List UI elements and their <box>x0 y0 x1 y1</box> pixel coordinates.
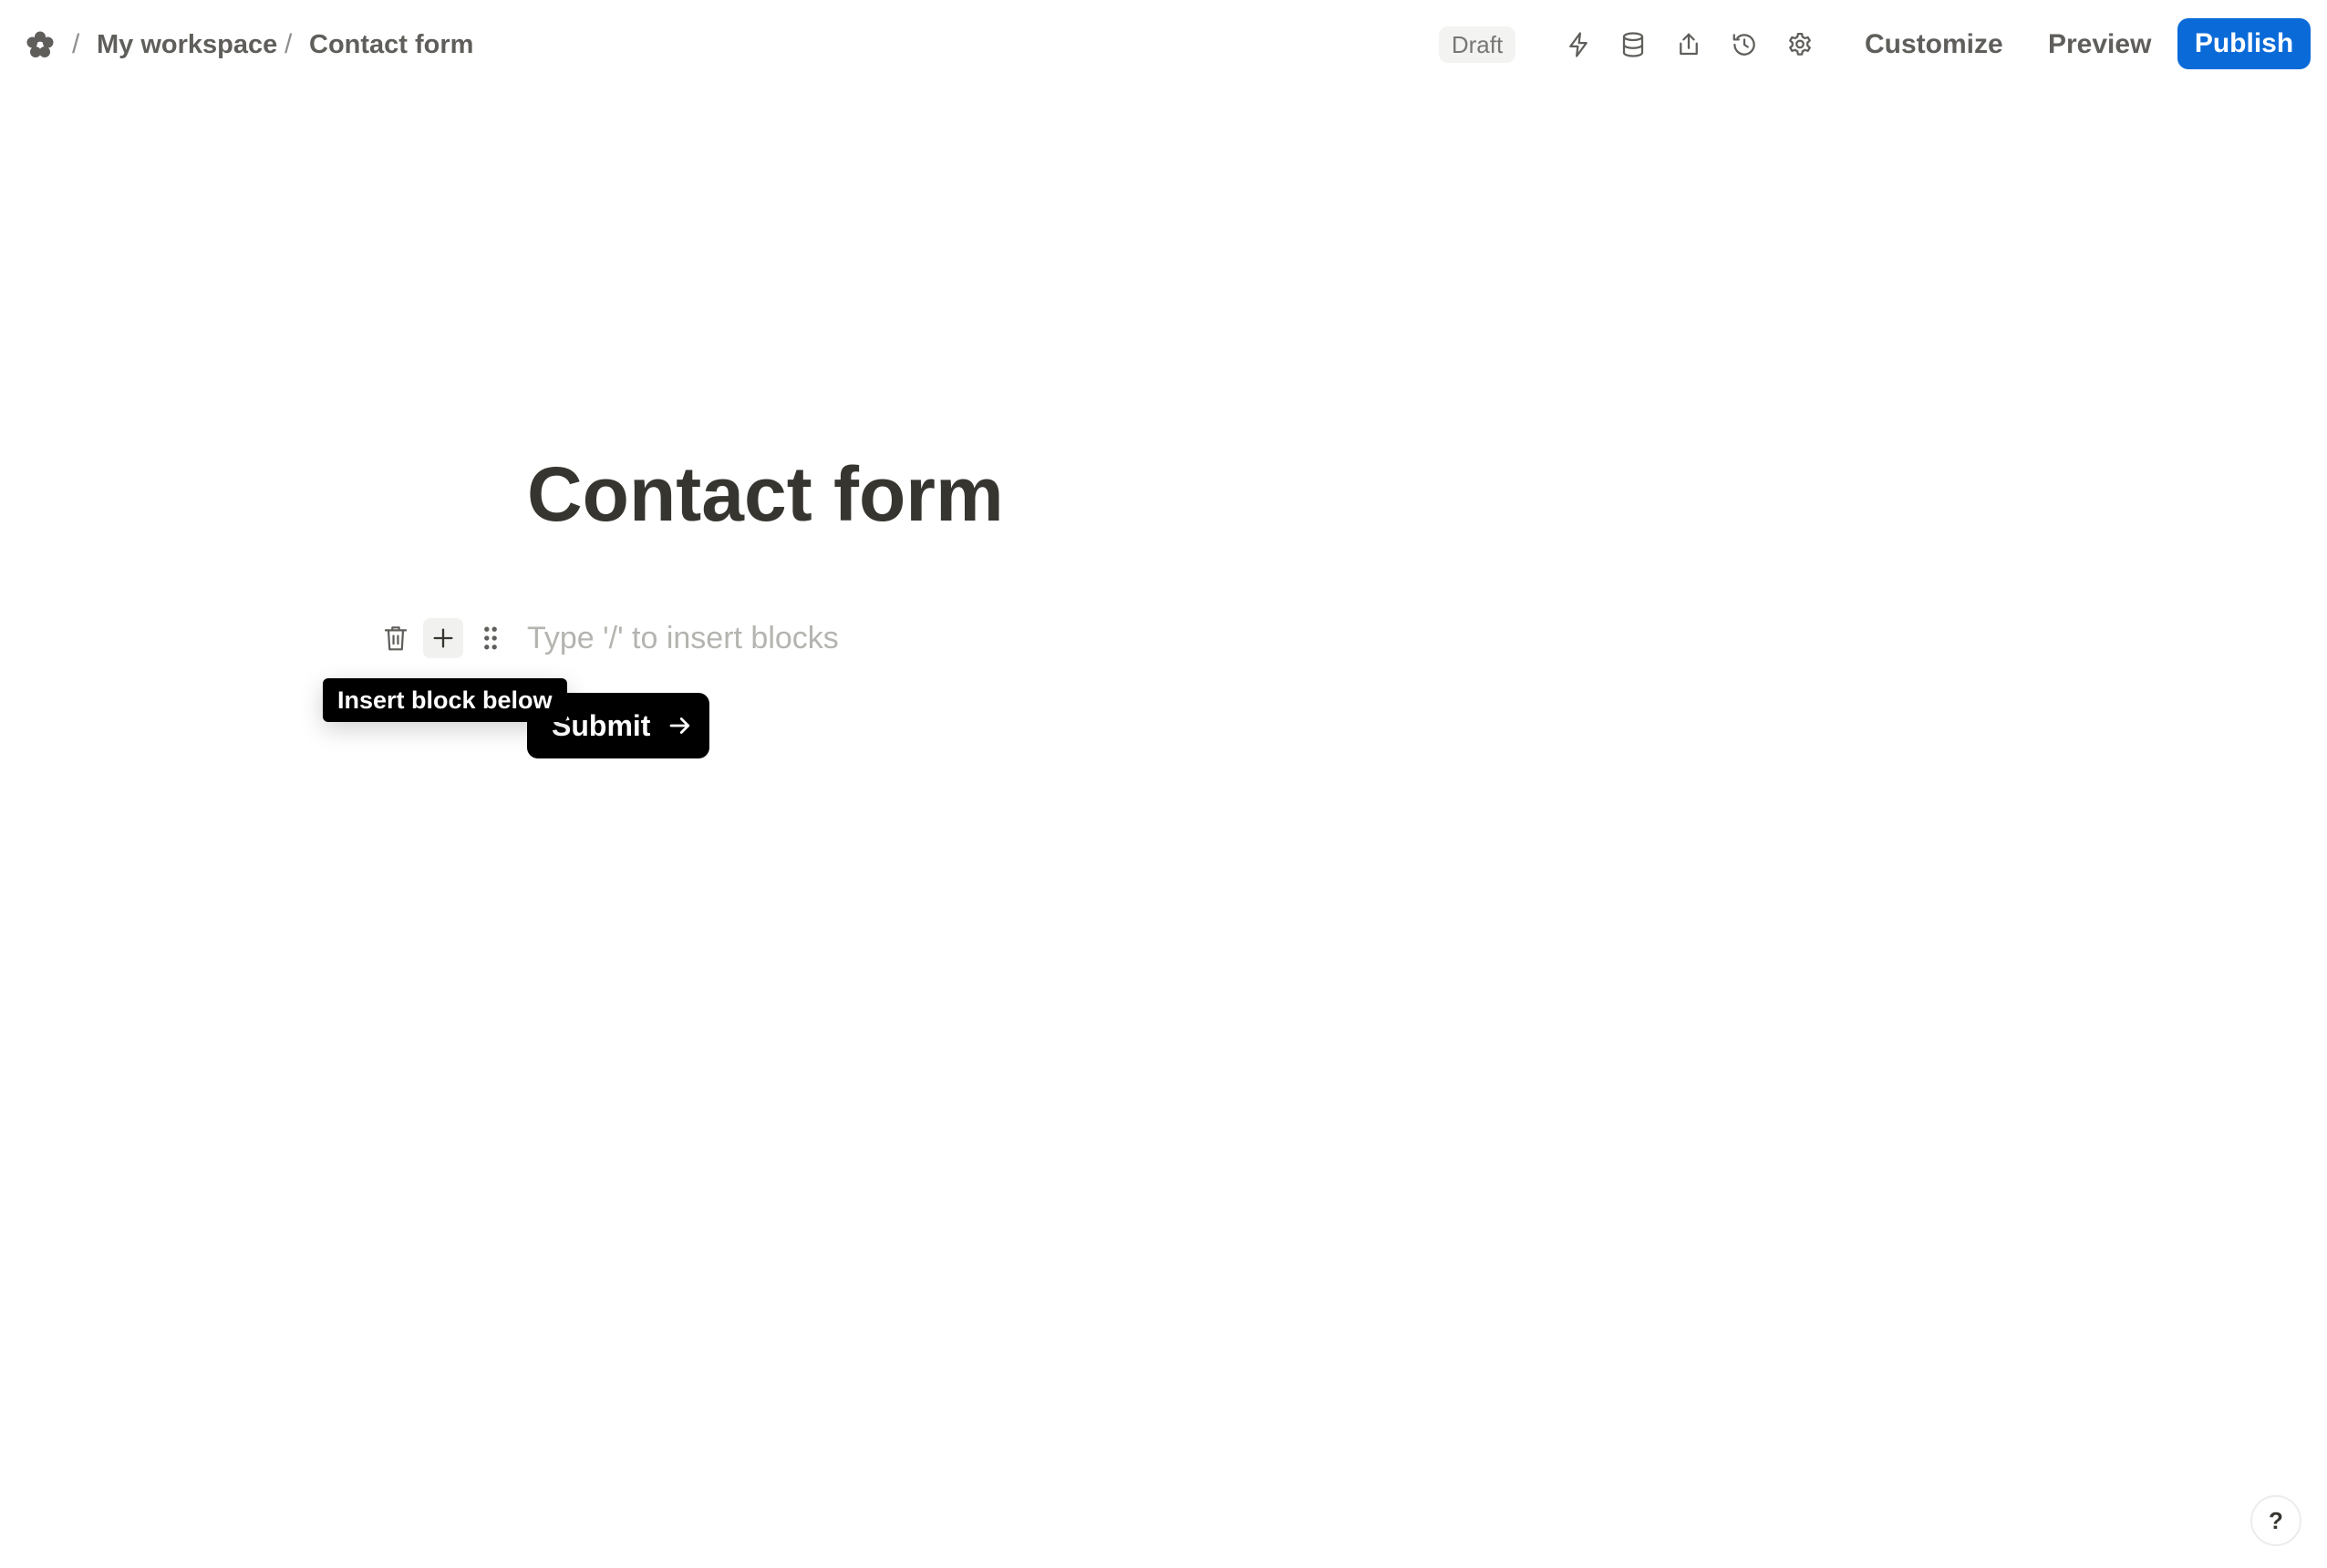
database-icon[interactable] <box>1616 27 1650 62</box>
status-badge: Draft <box>1439 26 1515 63</box>
arrow-right-icon <box>670 717 690 734</box>
help-button[interactable]: ? <box>2250 1495 2301 1546</box>
history-icon[interactable] <box>1727 27 1762 62</box>
integrations-lightning-icon[interactable] <box>1561 27 1596 62</box>
breadcrumb-separator: / <box>284 29 293 59</box>
insert-block-tooltip: Insert block below <box>323 678 567 722</box>
drag-handle-icon[interactable] <box>471 618 511 658</box>
app-logo-icon[interactable] <box>25 29 56 60</box>
breadcrumb-workspace[interactable]: My workspace <box>97 27 277 62</box>
top-bar: / My workspace / Contact form Draft Cust… <box>0 0 2327 91</box>
settings-gear-icon[interactable] <box>1783 27 1817 62</box>
form-title[interactable]: Contact form <box>527 445 1004 543</box>
customize-button[interactable]: Customize <box>1865 24 2003 66</box>
preview-button[interactable]: Preview <box>2048 24 2151 66</box>
publish-button[interactable]: Publish <box>2177 18 2311 69</box>
share-upload-icon[interactable] <box>1671 27 1706 62</box>
insert-block-below-button[interactable] <box>423 618 463 658</box>
delete-block-icon[interactable] <box>376 618 416 658</box>
block-input[interactable] <box>527 616 1348 660</box>
breadcrumb-page[interactable]: Contact form <box>309 27 473 62</box>
breadcrumb-separator: / <box>72 29 80 59</box>
